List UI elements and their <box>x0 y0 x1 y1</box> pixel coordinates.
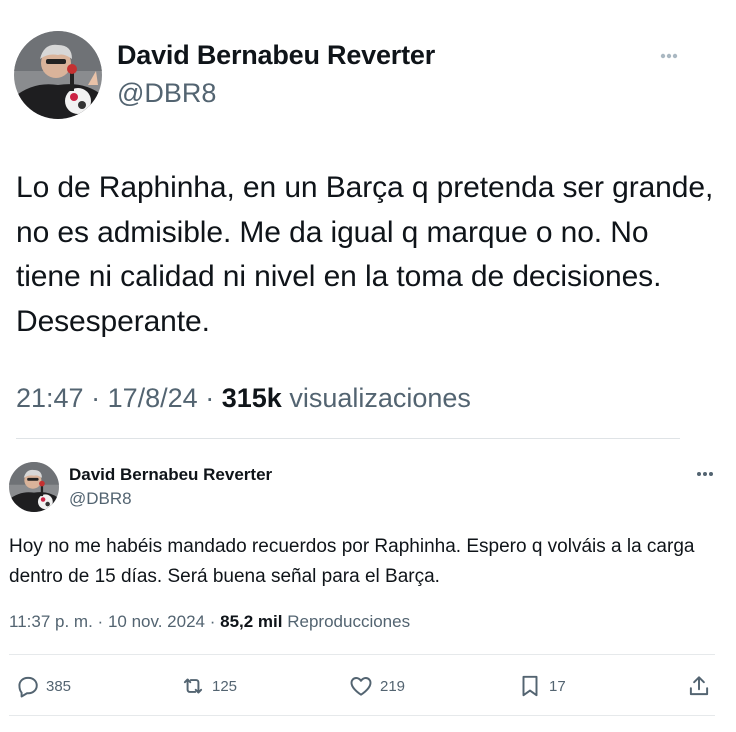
reply-tweet-text: Hoy no me habéis mandado recuerdos por R… <box>9 536 695 587</box>
reply-author-handle[interactable]: @DBR8 <box>69 489 132 509</box>
divider <box>16 438 680 439</box>
tweet-date[interactable]: 17/8/24 <box>108 383 198 413</box>
avatar-image <box>14 31 102 119</box>
meta-separator: · <box>97 612 104 631</box>
meta-separator: · <box>91 383 101 413</box>
tweet-time[interactable]: 21:47 <box>16 383 84 413</box>
bookmark-icon <box>522 675 538 697</box>
meta-separator: · <box>205 383 215 413</box>
views-count[interactable]: 315k <box>222 383 282 413</box>
tweet-meta: 21:47 · 17/8/24 · 315k visualizaciones <box>16 383 471 414</box>
retweet-button[interactable]: 125 <box>180 672 237 700</box>
divider <box>9 654 715 655</box>
reply-tweet-meta: 11:37 p. m. · 10 nov. 2024 · 85,2 mil Re… <box>9 612 410 632</box>
reply-button[interactable]: 385 <box>14 672 71 700</box>
views-label: visualizaciones <box>289 383 471 413</box>
author-handle[interactable]: @DBR8 <box>117 78 216 109</box>
like-count: 219 <box>380 677 406 695</box>
more-options-icon[interactable] <box>656 46 682 66</box>
share-button[interactable] <box>686 672 712 700</box>
bookmark-count: 17 <box>549 677 566 695</box>
avatar-image <box>9 462 59 512</box>
tweet-time[interactable]: 11:37 p. m. <box>9 612 93 631</box>
tweet-text: Lo de Raphinha, en un Barça q pretenda s… <box>16 171 714 338</box>
divider <box>9 715 715 716</box>
reply-author-name[interactable]: David Bernabeu Reverter <box>69 465 272 485</box>
author-name[interactable]: David Bernabeu Reverter <box>117 40 435 71</box>
retweet-icon <box>183 678 203 694</box>
more-options-icon[interactable] <box>694 465 716 483</box>
reply-author-avatar[interactable] <box>9 462 59 512</box>
tweet-date[interactable]: 10 nov. 2024 <box>108 612 205 631</box>
bookmark-button[interactable]: 17 <box>517 672 566 700</box>
reply-count: 385 <box>46 677 72 695</box>
reply-icon <box>18 676 38 698</box>
share-icon <box>689 676 709 696</box>
retweet-count: 125 <box>212 677 238 695</box>
views-label: Reproducciones <box>287 612 411 631</box>
author-avatar[interactable] <box>14 31 102 119</box>
heart-icon <box>350 677 372 696</box>
like-button[interactable]: 219 <box>348 672 405 700</box>
meta-separator: · <box>209 612 216 631</box>
views-count[interactable]: 85,2 mil <box>220 612 282 631</box>
